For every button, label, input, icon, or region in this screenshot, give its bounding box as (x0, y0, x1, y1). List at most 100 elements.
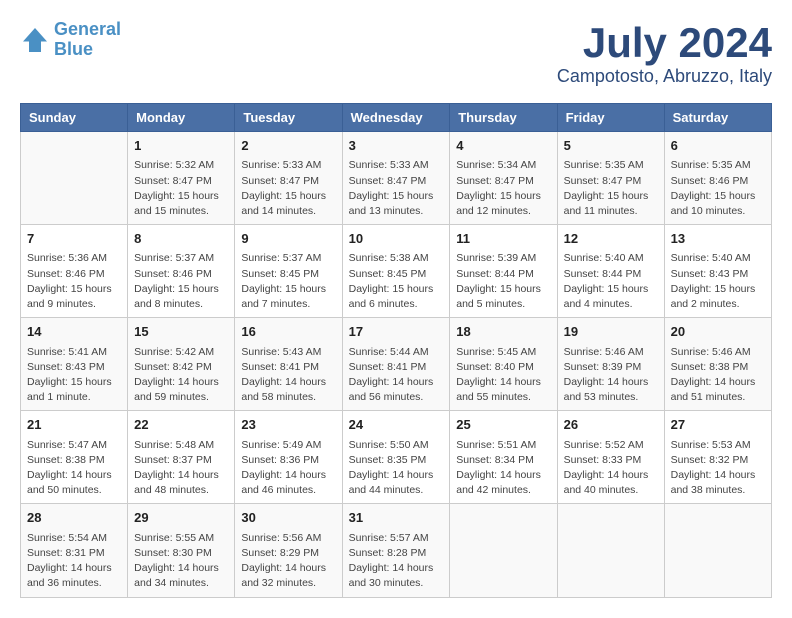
calendar-cell: 22 Sunrise: 5:48 AMSunset: 8:37 PMDaylig… (128, 411, 235, 504)
day-info: Sunrise: 5:49 AMSunset: 8:36 PMDaylight:… (241, 438, 335, 499)
calendar-cell: 6 Sunrise: 5:35 AMSunset: 8:46 PMDayligh… (664, 132, 771, 225)
calendar-cell (21, 132, 128, 225)
day-number: 25 (456, 416, 550, 434)
day-info: Sunrise: 5:37 AMSunset: 8:46 PMDaylight:… (134, 251, 228, 312)
day-info: Sunrise: 5:33 AMSunset: 8:47 PMDaylight:… (349, 158, 444, 219)
day-number: 9 (241, 230, 335, 248)
calendar-cell: 1 Sunrise: 5:32 AMSunset: 8:47 PMDayligh… (128, 132, 235, 225)
calendar-week-row: 28 Sunrise: 5:54 AMSunset: 8:31 PMDaylig… (21, 504, 772, 597)
calendar-cell: 2 Sunrise: 5:33 AMSunset: 8:47 PMDayligh… (235, 132, 342, 225)
calendar-cell: 18 Sunrise: 5:45 AMSunset: 8:40 PMDaylig… (450, 318, 557, 411)
day-info: Sunrise: 5:51 AMSunset: 8:34 PMDaylight:… (456, 438, 550, 499)
day-number: 10 (349, 230, 444, 248)
day-number: 22 (134, 416, 228, 434)
day-number: 15 (134, 323, 228, 341)
day-number: 23 (241, 416, 335, 434)
day-number: 28 (27, 509, 121, 527)
page-header: General Blue July 2024 Campotosto, Abruz… (20, 20, 772, 87)
calendar-cell: 14 Sunrise: 5:41 AMSunset: 8:43 PMDaylig… (21, 318, 128, 411)
day-info: Sunrise: 5:40 AMSunset: 8:44 PMDaylight:… (564, 251, 658, 312)
calendar-cell: 3 Sunrise: 5:33 AMSunset: 8:47 PMDayligh… (342, 132, 450, 225)
weekday-header: Tuesday (235, 104, 342, 132)
day-number: 19 (564, 323, 658, 341)
day-number: 1 (134, 137, 228, 155)
logo-icon (20, 25, 50, 55)
calendar-cell: 27 Sunrise: 5:53 AMSunset: 8:32 PMDaylig… (664, 411, 771, 504)
logo-text: General Blue (54, 20, 121, 60)
day-info: Sunrise: 5:56 AMSunset: 8:29 PMDaylight:… (241, 531, 335, 592)
day-number: 5 (564, 137, 658, 155)
day-info: Sunrise: 5:35 AMSunset: 8:47 PMDaylight:… (564, 158, 658, 219)
calendar-cell: 12 Sunrise: 5:40 AMSunset: 8:44 PMDaylig… (557, 225, 664, 318)
calendar-cell: 13 Sunrise: 5:40 AMSunset: 8:43 PMDaylig… (664, 225, 771, 318)
calendar-cell: 5 Sunrise: 5:35 AMSunset: 8:47 PMDayligh… (557, 132, 664, 225)
day-info: Sunrise: 5:48 AMSunset: 8:37 PMDaylight:… (134, 438, 228, 499)
day-number: 29 (134, 509, 228, 527)
logo: General Blue (20, 20, 121, 60)
day-info: Sunrise: 5:32 AMSunset: 8:47 PMDaylight:… (134, 158, 228, 219)
day-number: 14 (27, 323, 121, 341)
day-info: Sunrise: 5:37 AMSunset: 8:45 PMDaylight:… (241, 251, 335, 312)
day-number: 30 (241, 509, 335, 527)
calendar-cell: 10 Sunrise: 5:38 AMSunset: 8:45 PMDaylig… (342, 225, 450, 318)
calendar-cell: 20 Sunrise: 5:46 AMSunset: 8:38 PMDaylig… (664, 318, 771, 411)
calendar-cell: 15 Sunrise: 5:42 AMSunset: 8:42 PMDaylig… (128, 318, 235, 411)
calendar-week-row: 1 Sunrise: 5:32 AMSunset: 8:47 PMDayligh… (21, 132, 772, 225)
calendar-cell: 28 Sunrise: 5:54 AMSunset: 8:31 PMDaylig… (21, 504, 128, 597)
day-number: 3 (349, 137, 444, 155)
calendar-cell: 11 Sunrise: 5:39 AMSunset: 8:44 PMDaylig… (450, 225, 557, 318)
day-info: Sunrise: 5:35 AMSunset: 8:46 PMDaylight:… (671, 158, 765, 219)
day-info: Sunrise: 5:54 AMSunset: 8:31 PMDaylight:… (27, 531, 121, 592)
weekday-header: Wednesday (342, 104, 450, 132)
title-block: July 2024 Campotosto, Abruzzo, Italy (557, 20, 772, 87)
calendar-cell: 23 Sunrise: 5:49 AMSunset: 8:36 PMDaylig… (235, 411, 342, 504)
calendar-cell: 9 Sunrise: 5:37 AMSunset: 8:45 PMDayligh… (235, 225, 342, 318)
day-number: 12 (564, 230, 658, 248)
day-number: 31 (349, 509, 444, 527)
day-number: 21 (27, 416, 121, 434)
calendar-cell (450, 504, 557, 597)
day-info: Sunrise: 5:44 AMSunset: 8:41 PMDaylight:… (349, 345, 444, 406)
calendar-cell: 4 Sunrise: 5:34 AMSunset: 8:47 PMDayligh… (450, 132, 557, 225)
day-info: Sunrise: 5:39 AMSunset: 8:44 PMDaylight:… (456, 251, 550, 312)
day-number: 17 (349, 323, 444, 341)
calendar-cell: 7 Sunrise: 5:36 AMSunset: 8:46 PMDayligh… (21, 225, 128, 318)
calendar-cell: 25 Sunrise: 5:51 AMSunset: 8:34 PMDaylig… (450, 411, 557, 504)
calendar-table: SundayMondayTuesdayWednesdayThursdayFrid… (20, 103, 772, 597)
day-number: 24 (349, 416, 444, 434)
day-info: Sunrise: 5:47 AMSunset: 8:38 PMDaylight:… (27, 438, 121, 499)
day-info: Sunrise: 5:40 AMSunset: 8:43 PMDaylight:… (671, 251, 765, 312)
month-title: July 2024 (557, 20, 772, 66)
day-info: Sunrise: 5:46 AMSunset: 8:38 PMDaylight:… (671, 345, 765, 406)
calendar-week-row: 21 Sunrise: 5:47 AMSunset: 8:38 PMDaylig… (21, 411, 772, 504)
calendar-week-row: 7 Sunrise: 5:36 AMSunset: 8:46 PMDayligh… (21, 225, 772, 318)
day-number: 11 (456, 230, 550, 248)
calendar-body: 1 Sunrise: 5:32 AMSunset: 8:47 PMDayligh… (21, 132, 772, 597)
weekday-header: Thursday (450, 104, 557, 132)
calendar-cell: 29 Sunrise: 5:55 AMSunset: 8:30 PMDaylig… (128, 504, 235, 597)
calendar-cell (664, 504, 771, 597)
weekday-header: Friday (557, 104, 664, 132)
day-info: Sunrise: 5:33 AMSunset: 8:47 PMDaylight:… (241, 158, 335, 219)
calendar-cell: 19 Sunrise: 5:46 AMSunset: 8:39 PMDaylig… (557, 318, 664, 411)
day-info: Sunrise: 5:57 AMSunset: 8:28 PMDaylight:… (349, 531, 444, 592)
day-info: Sunrise: 5:53 AMSunset: 8:32 PMDaylight:… (671, 438, 765, 499)
calendar-cell (557, 504, 664, 597)
calendar-cell: 17 Sunrise: 5:44 AMSunset: 8:41 PMDaylig… (342, 318, 450, 411)
day-info: Sunrise: 5:41 AMSunset: 8:43 PMDaylight:… (27, 345, 121, 406)
calendar-week-row: 14 Sunrise: 5:41 AMSunset: 8:43 PMDaylig… (21, 318, 772, 411)
day-info: Sunrise: 5:34 AMSunset: 8:47 PMDaylight:… (456, 158, 550, 219)
day-info: Sunrise: 5:55 AMSunset: 8:30 PMDaylight:… (134, 531, 228, 592)
day-number: 13 (671, 230, 765, 248)
location-title: Campotosto, Abruzzo, Italy (557, 66, 772, 87)
day-info: Sunrise: 5:52 AMSunset: 8:33 PMDaylight:… (564, 438, 658, 499)
day-info: Sunrise: 5:43 AMSunset: 8:41 PMDaylight:… (241, 345, 335, 406)
calendar-cell: 16 Sunrise: 5:43 AMSunset: 8:41 PMDaylig… (235, 318, 342, 411)
calendar-cell: 24 Sunrise: 5:50 AMSunset: 8:35 PMDaylig… (342, 411, 450, 504)
day-number: 27 (671, 416, 765, 434)
day-number: 8 (134, 230, 228, 248)
weekday-header: Monday (128, 104, 235, 132)
calendar-cell: 31 Sunrise: 5:57 AMSunset: 8:28 PMDaylig… (342, 504, 450, 597)
day-number: 7 (27, 230, 121, 248)
calendar-cell: 8 Sunrise: 5:37 AMSunset: 8:46 PMDayligh… (128, 225, 235, 318)
